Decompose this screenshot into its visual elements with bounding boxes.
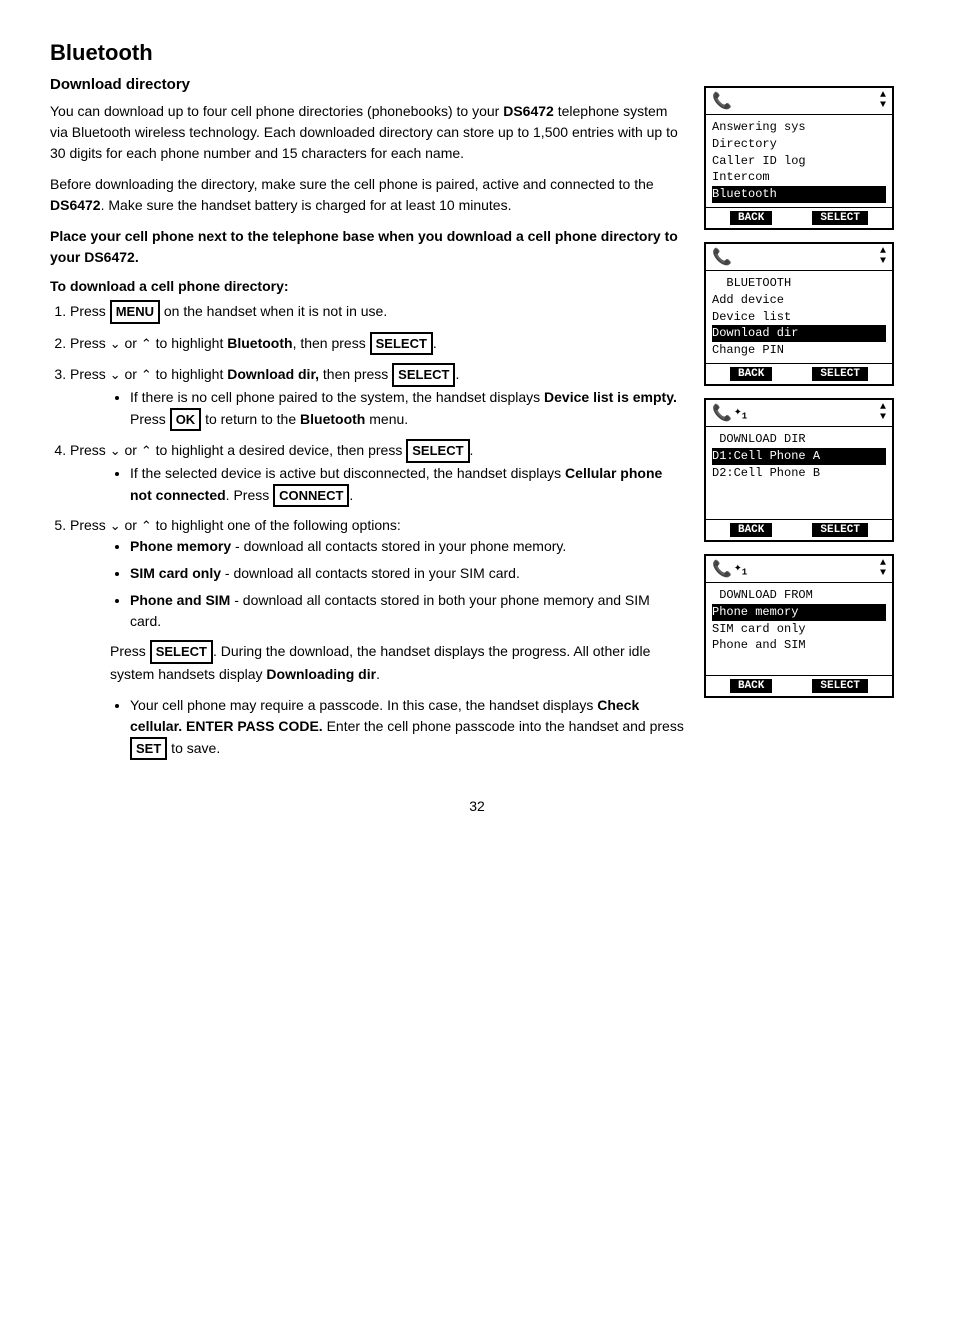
- step-3-bullet: If there is no cell phone paired to the …: [130, 387, 684, 432]
- screen-2-back-btn: BACK: [730, 367, 772, 381]
- scroll-arrows-4: ▲ ▼: [880, 559, 886, 579]
- scroll-arrows-3: ▲ ▼: [880, 403, 886, 423]
- screen-3-line-3: D2:Cell Phone B: [712, 465, 886, 482]
- option-phone-memory: Phone memory - download all contacts sto…: [130, 536, 684, 557]
- screen-1-body: Answering sys Directory Caller ID log In…: [706, 115, 892, 207]
- step-1: Press MENU on the handset when it is not…: [70, 300, 684, 324]
- select-key-5: SELECT: [150, 640, 213, 664]
- screen-3-line-5: [712, 498, 886, 515]
- select-key-4: SELECT: [406, 439, 469, 463]
- page-title: Bluetooth: [50, 40, 904, 66]
- handset-icon-1: 📞: [712, 91, 732, 111]
- screen-4-footer: BACK SELECT: [706, 675, 892, 696]
- screen-4-line-4: Phone and SIM: [712, 637, 886, 654]
- screen-1: 📞 ▲ ▼ Answering sys Directory Caller ID …: [704, 86, 894, 230]
- screen-2-line-1: BLUETOOTH: [712, 275, 886, 292]
- ok-key: OK: [170, 408, 202, 432]
- screen-3-line-4: [712, 481, 886, 498]
- step-4: Press ⌄ or ⌃ to highlight a desired devi…: [70, 439, 684, 507]
- steps-list: Press MENU on the handset when it is not…: [50, 300, 684, 760]
- screen-3-select-btn: SELECT: [812, 523, 868, 537]
- select-note: Press SELECT. During the download, the h…: [110, 640, 684, 685]
- text-column: Download directory You can download up t…: [50, 76, 684, 768]
- screen-1-line-5: Bluetooth: [712, 186, 886, 203]
- screens-column: 📞 ▲ ▼ Answering sys Directory Caller ID …: [704, 76, 904, 768]
- handset-icon-4: 📞: [712, 559, 732, 579]
- screen-2-line-3: Device list: [712, 309, 886, 326]
- screen-3-body: DOWNLOAD DIR D1:Cell Phone A D2:Cell Pho…: [706, 427, 892, 519]
- select-key-3: SELECT: [392, 363, 455, 387]
- screen-2-body: BLUETOOTH Add device Device list Downloa…: [706, 271, 892, 363]
- step-4-bullet: If the selected device is active but dis…: [130, 463, 684, 508]
- screen-4-back-btn: BACK: [730, 679, 772, 693]
- screen-3-line-2: D1:Cell Phone A: [712, 448, 886, 465]
- screen-1-back-btn: BACK: [730, 211, 772, 225]
- screen-1-line-3: Caller ID log: [712, 153, 886, 170]
- warning-text: Place your cell phone next to the teleph…: [50, 226, 684, 268]
- menu-key: MENU: [110, 300, 160, 324]
- bt-icon-4: ✦1: [734, 560, 747, 578]
- option-phone-and-sim: Phone and SIM - download all contacts st…: [130, 590, 684, 632]
- screen-2-line-2: Add device: [712, 292, 886, 309]
- screen-3-footer: BACK SELECT: [706, 519, 892, 540]
- option-sim-only: SIM card only - download all contacts st…: [130, 563, 684, 584]
- screen-3-line-1: DOWNLOAD DIR: [712, 431, 886, 448]
- screen-4-line-2: Phone memory: [712, 604, 886, 621]
- screen-3: 📞 ✦1 ▲ ▼ DOWNLOAD DIR D1:Cell Phone A D2…: [704, 398, 894, 542]
- screen-4-line-1: DOWNLOAD FROM: [712, 587, 886, 604]
- screen-4-select-btn: SELECT: [812, 679, 868, 693]
- handset-icon-3: 📞: [712, 403, 732, 423]
- set-key: SET: [130, 737, 167, 761]
- scroll-arrows-1: ▲ ▼: [880, 91, 886, 111]
- procedure-title: To download a cell phone directory:: [50, 278, 684, 294]
- scroll-arrows-2: ▲ ▼: [880, 247, 886, 267]
- screen-1-footer: BACK SELECT: [706, 207, 892, 228]
- screen-4-line-5: [712, 654, 886, 671]
- select-key-2: SELECT: [370, 332, 433, 356]
- page-number: 32: [50, 798, 904, 814]
- screen-1-line-2: Directory: [712, 136, 886, 153]
- step-5: Press ⌄ or ⌃ to highlight one of the fol…: [70, 515, 684, 760]
- screen-2-line-4: Download dir: [712, 325, 886, 342]
- screen-1-select-btn: SELECT: [812, 211, 868, 225]
- screen-1-line-4: Intercom: [712, 169, 886, 186]
- intro-para-2: Before downloading the directory, make s…: [50, 174, 684, 216]
- screen-1-line-1: Answering sys: [712, 119, 886, 136]
- screen-2: 📞 ▲ ▼ BLUETOOTH Add device Device list D…: [704, 242, 894, 386]
- screen-4-body: DOWNLOAD FROM Phone memory SIM card only…: [706, 583, 892, 675]
- intro-para-1: You can download up to four cell phone d…: [50, 101, 684, 164]
- screen-2-footer: BACK SELECT: [706, 363, 892, 384]
- screen-3-back-btn: BACK: [730, 523, 772, 537]
- step-3: Press ⌄ or ⌃ to highlight Download dir, …: [70, 363, 684, 431]
- passcode-bullet: Your cell phone may require a passcode. …: [130, 695, 684, 761]
- handset-icon-2: 📞: [712, 247, 732, 267]
- screen-2-line-5: Change PIN: [712, 342, 886, 359]
- step-2: Press ⌄ or ⌃ to highlight Bluetooth, the…: [70, 332, 684, 356]
- screen-4: 📞 ✦1 ▲ ▼ DOWNLOAD FROM Phone memory SIM …: [704, 554, 894, 698]
- screen-2-select-btn: SELECT: [812, 367, 868, 381]
- section-heading: Download directory: [50, 76, 684, 93]
- screen-4-line-3: SIM card only: [712, 621, 886, 638]
- connect-key: CONNECT: [273, 484, 349, 508]
- bt-icon-3: ✦1: [734, 404, 747, 422]
